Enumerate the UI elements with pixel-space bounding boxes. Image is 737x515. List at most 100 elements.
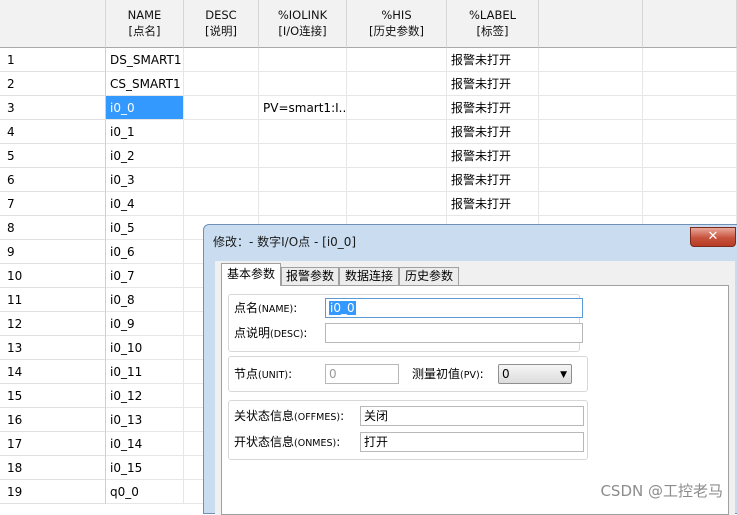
- cell-desc[interactable]: [184, 168, 259, 192]
- cell-e2[interactable]: [643, 120, 737, 144]
- col-header-name-line2: [点名]: [128, 24, 161, 38]
- cell-e2[interactable]: [643, 96, 737, 120]
- unit-input[interactable]: 0: [325, 364, 399, 384]
- cell-iolink[interactable]: [259, 72, 347, 96]
- cell-name[interactable]: i0_0: [106, 96, 184, 120]
- cell-label[interactable]: 报警未打开: [447, 168, 539, 192]
- onmes-input[interactable]: 打开: [360, 432, 584, 452]
- cell-e1[interactable]: [539, 72, 643, 96]
- col-header-iolink[interactable]: %IOLINK [I/O连接]: [259, 0, 347, 48]
- row-number[interactable]: 3: [0, 96, 106, 120]
- cell-e2[interactable]: [643, 72, 737, 96]
- row-number[interactable]: 19: [0, 480, 106, 504]
- col-header-desc[interactable]: DESC [说明]: [184, 0, 259, 48]
- tab-basic-params[interactable]: 基本参数: [221, 263, 281, 286]
- cell-desc[interactable]: [184, 120, 259, 144]
- col-header-label[interactable]: %LABEL [标签]: [447, 0, 539, 48]
- cell-name[interactable]: i0_4: [106, 192, 184, 216]
- row-number[interactable]: 14: [0, 360, 106, 384]
- row-number[interactable]: 11: [0, 288, 106, 312]
- cell-name[interactable]: i0_7: [106, 264, 184, 288]
- cell-his[interactable]: [347, 144, 447, 168]
- cell-his[interactable]: [347, 72, 447, 96]
- cell-iolink[interactable]: [259, 120, 347, 144]
- cell-desc[interactable]: [184, 96, 259, 120]
- row-number[interactable]: 6: [0, 168, 106, 192]
- cell-desc[interactable]: [184, 72, 259, 96]
- cell-name[interactable]: i0_6: [106, 240, 184, 264]
- col-header-his[interactable]: %HIS [历史参数]: [347, 0, 447, 48]
- row-number[interactable]: 4: [0, 120, 106, 144]
- cell-his[interactable]: [347, 96, 447, 120]
- cell-name[interactable]: i0_15: [106, 456, 184, 480]
- row-number[interactable]: 5: [0, 144, 106, 168]
- cell-his[interactable]: [347, 168, 447, 192]
- row-number[interactable]: 17: [0, 432, 106, 456]
- cell-iolink[interactable]: [259, 144, 347, 168]
- cell-his[interactable]: [347, 192, 447, 216]
- cell-label[interactable]: 报警未打开: [447, 48, 539, 72]
- cell-his[interactable]: [347, 48, 447, 72]
- cell-iolink[interactable]: [259, 48, 347, 72]
- cell-label[interactable]: 报警未打开: [447, 120, 539, 144]
- cell-name[interactable]: i0_8: [106, 288, 184, 312]
- col-header-name[interactable]: NAME [点名]: [106, 0, 184, 48]
- cell-desc[interactable]: [184, 48, 259, 72]
- cell-e1[interactable]: [539, 96, 643, 120]
- cell-e1[interactable]: [539, 144, 643, 168]
- row-number[interactable]: 13: [0, 336, 106, 360]
- cell-e2[interactable]: [643, 192, 737, 216]
- row-number[interactable]: 15: [0, 384, 106, 408]
- unit-label-text: 节点: [234, 367, 259, 381]
- cell-name[interactable]: i0_10: [106, 336, 184, 360]
- row-number[interactable]: 1: [0, 48, 106, 72]
- row-number[interactable]: 12: [0, 312, 106, 336]
- cell-e1[interactable]: [539, 192, 643, 216]
- row-number[interactable]: 8: [0, 216, 106, 240]
- close-icon[interactable]: ✕: [690, 227, 736, 247]
- cell-name[interactable]: i0_1: [106, 120, 184, 144]
- cell-name[interactable]: i0_2: [106, 144, 184, 168]
- row-number[interactable]: 2: [0, 72, 106, 96]
- cell-e2[interactable]: [643, 144, 737, 168]
- name-input[interactable]: i0_0: [325, 298, 583, 318]
- cell-his[interactable]: [347, 120, 447, 144]
- cell-name[interactable]: q0_0: [106, 480, 184, 504]
- row-number[interactable]: 7: [0, 192, 106, 216]
- cell-name[interactable]: i0_11: [106, 360, 184, 384]
- cell-e2[interactable]: [643, 48, 737, 72]
- cell-iolink[interactable]: [259, 192, 347, 216]
- cell-e1[interactable]: [539, 48, 643, 72]
- cell-e2[interactable]: [643, 168, 737, 192]
- cell-name[interactable]: i0_9: [106, 312, 184, 336]
- cell-desc[interactable]: [184, 192, 259, 216]
- row-number[interactable]: 9: [0, 240, 106, 264]
- cell-name[interactable]: CS_SMART1: [106, 72, 184, 96]
- cell-desc[interactable]: [184, 144, 259, 168]
- cell-label[interactable]: 报警未打开: [447, 96, 539, 120]
- tab-alarm-params[interactable]: 报警参数: [281, 267, 339, 285]
- cell-name[interactable]: i0_13: [106, 408, 184, 432]
- cell-name[interactable]: i0_14: [106, 432, 184, 456]
- cell-label[interactable]: 报警未打开: [447, 192, 539, 216]
- cell-name[interactable]: DS_SMART1: [106, 48, 184, 72]
- cell-label[interactable]: 报警未打开: [447, 72, 539, 96]
- tab-history-params[interactable]: 历史参数: [399, 267, 459, 285]
- cell-name[interactable]: i0_5: [106, 216, 184, 240]
- cell-name[interactable]: i0_3: [106, 168, 184, 192]
- row-number[interactable]: 16: [0, 408, 106, 432]
- row-number[interactable]: 18: [0, 456, 106, 480]
- col-header-label-line1: %LABEL: [468, 8, 517, 22]
- cell-iolink[interactable]: PV=smart1:I...: [259, 96, 347, 120]
- cell-iolink[interactable]: [259, 168, 347, 192]
- cell-name[interactable]: i0_12: [106, 384, 184, 408]
- tab-data-link[interactable]: 数据连接: [339, 267, 399, 285]
- offmes-input[interactable]: 关闭: [360, 406, 584, 426]
- desc-label-text: 点说明: [234, 326, 271, 340]
- cell-e1[interactable]: [539, 120, 643, 144]
- row-number[interactable]: 10: [0, 264, 106, 288]
- cell-e1[interactable]: [539, 168, 643, 192]
- pv-select[interactable]: 0 ▼: [498, 364, 572, 384]
- cell-label[interactable]: 报警未打开: [447, 144, 539, 168]
- desc-input[interactable]: [325, 323, 583, 343]
